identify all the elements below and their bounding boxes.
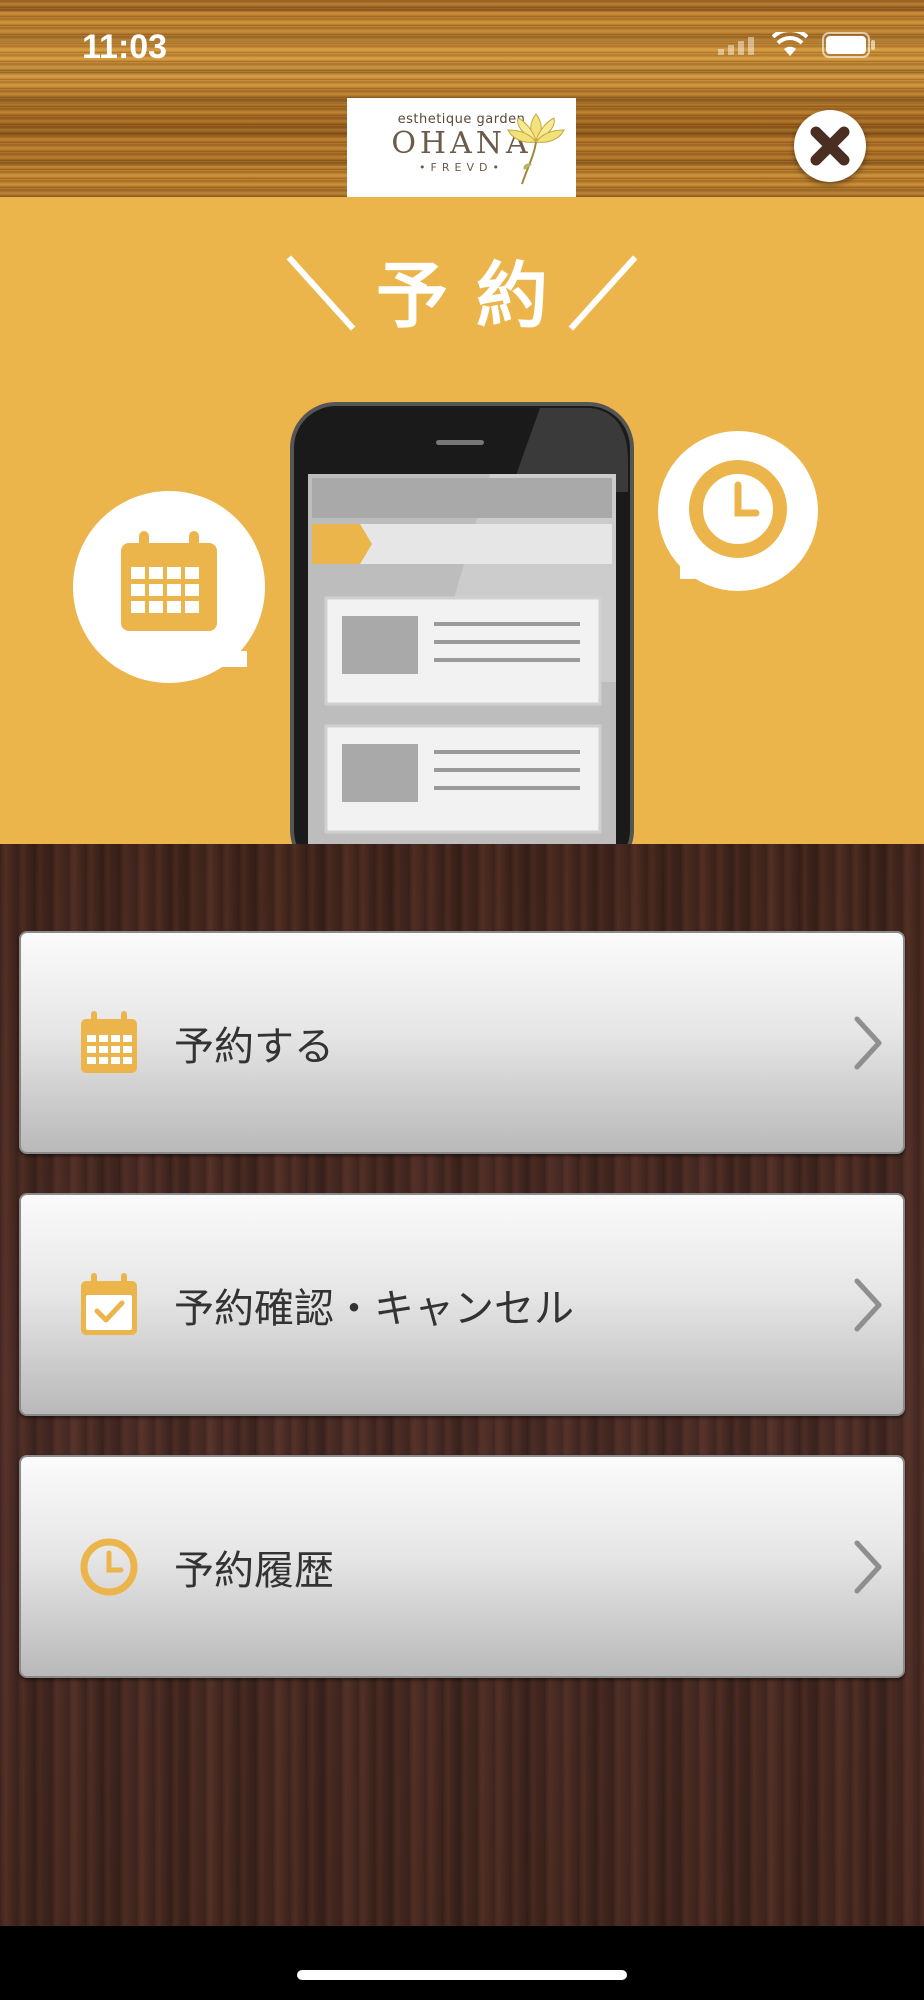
chevron-right-icon bbox=[854, 1278, 882, 1331]
menu-area: 予約する 予約確認・キャンセル 予約履歴 bbox=[0, 844, 924, 1926]
hero-title: 予約 bbox=[375, 254, 576, 338]
smartphone-illustration bbox=[290, 402, 634, 844]
status-time: 11:03 bbox=[82, 28, 168, 66]
bottom-bar bbox=[0, 1926, 924, 2000]
status-icons bbox=[718, 32, 876, 58]
brand-logo: esthetique garden OHANA •FREVD• bbox=[347, 98, 576, 197]
clock-bubble-icon bbox=[658, 431, 818, 591]
close-icon bbox=[810, 126, 850, 166]
calendar-check-icon bbox=[81, 1272, 137, 1335]
chevron-right-icon bbox=[854, 1016, 882, 1069]
calendar-bubble-icon bbox=[73, 491, 265, 683]
lotus-icon bbox=[507, 113, 565, 185]
wifi-icon bbox=[772, 32, 808, 56]
home-indicator[interactable] bbox=[297, 1970, 627, 1980]
signal-icon bbox=[718, 37, 754, 55]
close-button[interactable] bbox=[794, 110, 866, 182]
reservation-hero: 予約 bbox=[0, 197, 924, 844]
menu-item-label: 予約履歴 bbox=[174, 1547, 334, 1594]
menu-item-history[interactable]: 予約履歴 bbox=[19, 1455, 905, 1678]
calendar-icon bbox=[81, 1010, 137, 1073]
battery-icon bbox=[822, 32, 875, 58]
clock-icon bbox=[80, 1538, 138, 1595]
chevron-right-icon bbox=[854, 1540, 882, 1593]
menu-item-confirm-cancel[interactable]: 予約確認・キャンセル bbox=[19, 1193, 905, 1416]
app-header: 11:03 esthetique garden OHANA •FREVD• bbox=[0, 0, 924, 197]
menu-item-make-reservation[interactable]: 予約する bbox=[19, 931, 905, 1154]
menu-item-label: 予約する bbox=[174, 1023, 334, 1070]
menu-item-label: 予約確認・キャンセル bbox=[174, 1285, 574, 1332]
